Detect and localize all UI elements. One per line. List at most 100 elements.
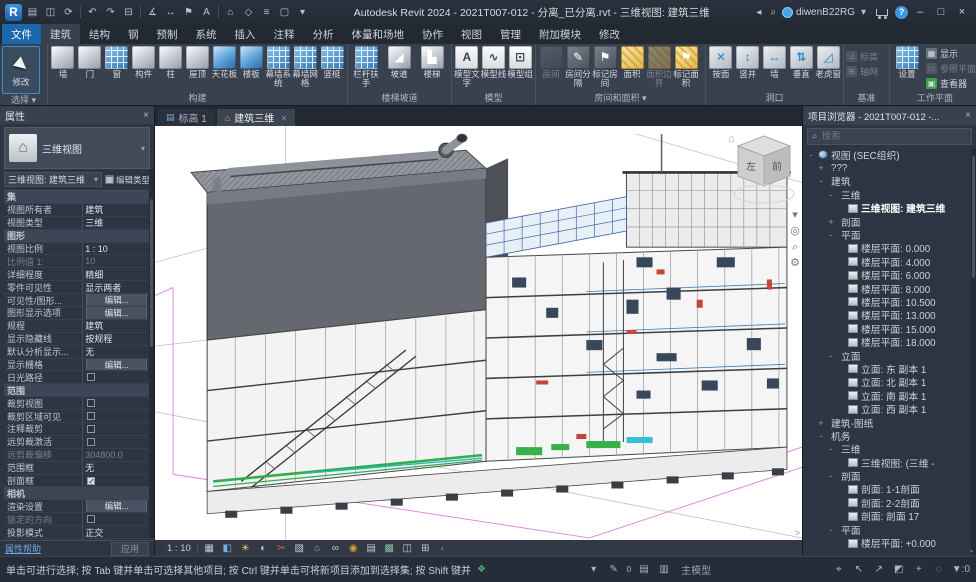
properties-close-icon[interactable]: × <box>143 110 149 121</box>
worksets-chevron-icon[interactable]: ▾ <box>587 564 601 575</box>
tree-item[interactable]: - 立面 <box>803 349 976 362</box>
property-row[interactable]: 裁剪视图 <box>4 397 150 410</box>
user-avatar[interactable] <box>782 7 793 18</box>
select-by-face-icon[interactable]: ◩ <box>892 564 906 575</box>
tree-item[interactable]: 楼层平面: 15.000 <box>803 322 976 335</box>
tree-item[interactable]: - 平面 <box>803 523 976 536</box>
visual-style-icon[interactable]: ◧ <box>221 543 234 554</box>
tree-item[interactable]: 三维视图: (三维 - <box>803 456 976 469</box>
property-row[interactable]: 显示栅格 编辑... <box>4 359 150 372</box>
close-button[interactable]: × <box>953 6 971 18</box>
ribbon-button[interactable]: 门 <box>77 46 103 79</box>
tree-item[interactable]: 楼层平面: 4.000 <box>803 255 976 268</box>
properties-help-link[interactable]: 属性帮助 <box>5 542 41 555</box>
scale-control[interactable]: 1 : 10 <box>161 543 198 554</box>
ribbon-button[interactable]: 柱 <box>158 46 184 79</box>
property-row[interactable]: 注释裁剪 <box>4 423 150 436</box>
tree-item[interactable]: 楼层平面: 0.000 <box>803 242 976 255</box>
measure-icon[interactable]: ∡ <box>145 4 160 20</box>
sync-icon[interactable]: ⟳ <box>61 4 76 20</box>
search-icon[interactable]: ⌕ <box>767 7 779 18</box>
revit-logo-icon[interactable]: R <box>5 4 22 21</box>
ribbon-button[interactable]: A 模型文字 <box>454 46 480 88</box>
property-row[interactable]: 投影模式 正交 <box>4 526 150 539</box>
ribbon-button[interactable]: 构件 <box>131 46 157 79</box>
tree-item[interactable]: 剖面: 1-1剖面 <box>803 483 976 496</box>
select-pinned-icon[interactable]: ↗ <box>872 564 886 575</box>
tree-expander-icon[interactable]: - <box>827 444 835 454</box>
tree-item[interactable]: 楼层平面: 13.000 <box>803 309 976 322</box>
ribbon-button[interactable]: ⇅ 垂直 <box>788 46 814 79</box>
editing-requests-icon[interactable]: ✎ <box>607 564 621 575</box>
ribbon-button[interactable]: ↕ 竖井 <box>735 46 761 79</box>
tree-item[interactable]: 立面: 南 副本 1 <box>803 389 976 402</box>
ribbon-tab[interactable]: 修改 <box>590 24 629 44</box>
tree-item[interactable]: - 剖面 <box>803 469 976 482</box>
displacement-sets-icon[interactable]: ◫ <box>401 543 414 554</box>
ribbon-button[interactable]: 窗 <box>104 46 130 79</box>
ribbon-button[interactable]: 竖梃 <box>319 46 345 79</box>
browser-scrollbar[interactable] <box>971 148 976 554</box>
tree-expander-icon[interactable]: - <box>827 525 835 535</box>
view-cube[interactable]: ⌂ 左 前 <box>724 128 798 214</box>
tree-expander-icon[interactable]: + <box>827 217 835 227</box>
property-row[interactable]: 详细程度 精细 <box>4 268 150 281</box>
level-button[interactable]: ⊿ 标高 <box>844 49 889 64</box>
ribbon-tab[interactable]: 协作 <box>413 24 452 44</box>
temporary-view-properties-icon[interactable]: ▤ <box>365 543 378 554</box>
tree-item[interactable]: - 三维 <box>803 188 976 201</box>
steering-wheel-icon[interactable]: ◎ <box>790 226 800 236</box>
tree-item[interactable]: 楼层平面: 8.000 <box>803 282 976 295</box>
user-menu-chevron-icon[interactable]: ▾ <box>858 7 869 18</box>
minimize-button[interactable]: – <box>911 6 929 18</box>
reveal-hidden-elements-icon[interactable]: ◉ <box>347 543 360 554</box>
3d-building-model[interactable] <box>155 126 802 540</box>
ribbon-button[interactable]: ▙ 楼梯 <box>416 46 448 79</box>
select-underlay-icon[interactable]: ↖ <box>852 564 866 575</box>
property-row[interactable]: 剖面框 <box>4 475 150 488</box>
text-icon[interactable]: A <box>199 4 214 20</box>
ribbon-tab[interactable]: 插入 <box>226 24 265 44</box>
drag-on-selection-icon[interactable]: + <box>912 564 926 575</box>
tree-item[interactable]: + 剖面 <box>803 215 976 228</box>
filter-button[interactable]: ▼ :0 <box>952 564 970 575</box>
store-cart-icon[interactable] <box>876 9 888 16</box>
active-design-option[interactable]: 主模型 <box>677 562 731 577</box>
spinner-icon[interactable]: ◌ <box>932 564 946 575</box>
properties-scrollbar[interactable] <box>149 170 154 538</box>
search-input[interactable] <box>822 131 967 142</box>
property-row[interactable]: 图形显示选项 编辑... <box>4 307 150 320</box>
tree-item[interactable]: + ??? <box>803 161 976 174</box>
edit-type-button[interactable]: ▦ 编辑类型 <box>105 174 150 186</box>
ribbon-button[interactable]: ⚑ 标记面积 <box>673 46 699 88</box>
collapse-search-icon[interactable]: ◂ <box>753 7 764 18</box>
section-icon[interactable]: ◇ <box>241 4 256 20</box>
select-links-icon[interactable]: ⌖ <box>832 564 846 575</box>
ribbon-button[interactable]: 幕墙系统 <box>265 46 291 88</box>
aligned-dimension-icon[interactable]: ↔ <box>163 4 178 20</box>
restore-button[interactable]: □ <box>932 6 950 18</box>
tree-item[interactable]: + 建筑-图纸 <box>803 416 976 429</box>
zoom-tool-icon[interactable]: ⌕ <box>792 242 798 252</box>
grid-button[interactable]: ⊞ 轴网 <box>844 64 889 79</box>
property-row[interactable]: 规程 建筑 <box>4 320 150 333</box>
ribbon-tab[interactable]: 钢 <box>119 24 148 44</box>
ribbon-button[interactable]: 屋顶 <box>185 46 211 79</box>
tree-expander-icon[interactable]: - <box>827 351 835 361</box>
ribbon-button[interactable]: ◿ 老虎窗 <box>815 46 841 79</box>
analytical-model-icon[interactable]: ▩ <box>383 543 396 554</box>
tree-expander-icon[interactable]: - <box>827 230 835 240</box>
temporary-hide-isolate-icon[interactable]: ∞ <box>329 543 342 554</box>
browser-scroll-chevron-icon[interactable]: ⌄ <box>968 545 975 554</box>
default-3d-view-icon[interactable]: ⌂ <box>223 4 238 20</box>
tree-expander-icon[interactable]: - <box>817 431 825 441</box>
viewer-button[interactable]: ▣ 查看器 <box>924 76 976 91</box>
tag-icon[interactable]: ⚑ <box>181 4 196 20</box>
property-row[interactable]: 集 <box>4 191 150 204</box>
crop-view-icon[interactable]: ✂ <box>275 543 288 554</box>
ribbon-tab[interactable]: 注释 <box>265 24 304 44</box>
ribbon-button[interactable]: 天花板 <box>211 46 237 79</box>
property-row[interactable]: 渲染设置 编辑... <box>4 500 150 513</box>
shadows-icon[interactable]: ◐ <box>257 543 270 554</box>
show-workplane-button[interactable]: ▦ 显示 <box>924 46 976 61</box>
